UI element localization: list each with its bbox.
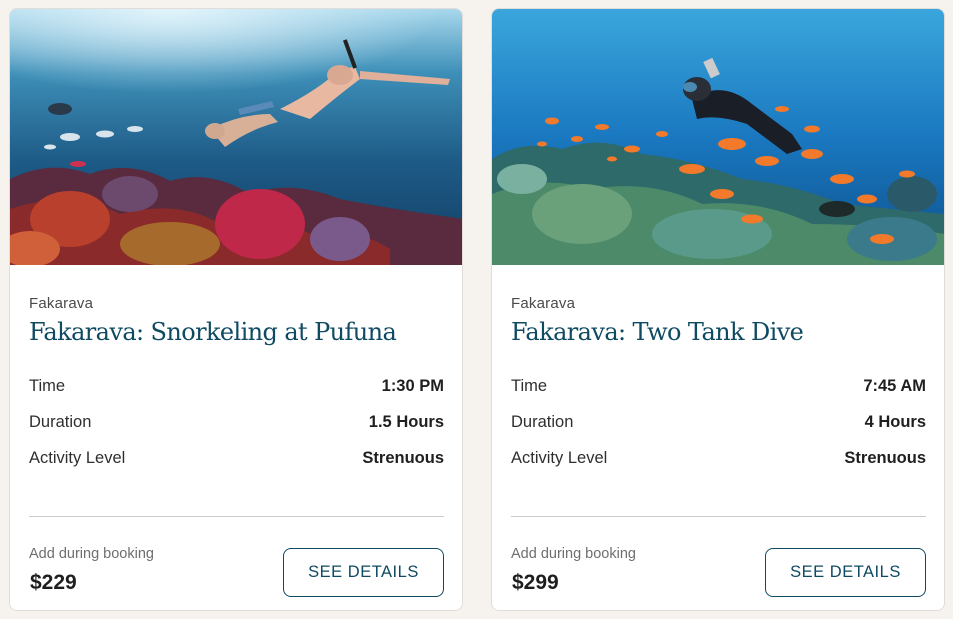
detail-value: 7:45 AM bbox=[863, 376, 926, 395]
detail-label: Time bbox=[511, 376, 548, 395]
detail-row-activity-level: Activity Level Strenuous bbox=[29, 446, 444, 470]
detail-value: 1:30 PM bbox=[381, 376, 444, 395]
excursion-photo bbox=[492, 9, 944, 265]
detail-row-activity-level: Activity Level Strenuous bbox=[511, 446, 926, 470]
detail-value: 1.5 Hours bbox=[368, 412, 444, 431]
detail-row-duration: Duration 1.5 Hours bbox=[29, 410, 444, 434]
price: $299 bbox=[512, 571, 559, 594]
detail-label: Duration bbox=[511, 412, 574, 431]
excursion-card-two-tank-dive[interactable]: Fakarava Fakarava: Two Tank Dive Time 7:… bbox=[491, 8, 945, 611]
excursion-photo bbox=[10, 9, 462, 265]
excursion-title[interactable]: Fakarava: Snorkeling at Pufuna bbox=[29, 318, 397, 346]
detail-label: Time bbox=[29, 376, 66, 395]
snorkeling-photo-image bbox=[10, 9, 462, 265]
excursion-card-snorkeling[interactable]: Fakarava Fakarava: Snorkeling at Pufuna … bbox=[9, 8, 463, 611]
see-details-button[interactable]: SEE DETAILS bbox=[765, 548, 926, 597]
price: $229 bbox=[30, 571, 77, 594]
add-during-booking-note: Add during booking bbox=[511, 546, 636, 562]
detail-row-time: Time 1:30 PM bbox=[29, 374, 444, 398]
detail-value: Strenuous bbox=[362, 448, 444, 467]
detail-row-duration: Duration 4 Hours bbox=[511, 410, 926, 434]
see-details-button[interactable]: SEE DETAILS bbox=[283, 548, 444, 597]
location-label: Fakarava bbox=[511, 295, 576, 312]
detail-label: Activity Level bbox=[29, 448, 126, 467]
detail-label: Duration bbox=[29, 412, 92, 431]
add-during-booking-note: Add during booking bbox=[29, 546, 154, 562]
divider bbox=[29, 516, 444, 517]
location-label: Fakarava bbox=[29, 295, 94, 312]
detail-value: Strenuous bbox=[844, 448, 926, 467]
detail-label: Activity Level bbox=[511, 448, 608, 467]
dive-photo-image bbox=[492, 9, 944, 265]
detail-row-time: Time 7:45 AM bbox=[511, 374, 926, 398]
detail-value: 4 Hours bbox=[864, 412, 926, 431]
excursion-title[interactable]: Fakarava: Two Tank Dive bbox=[511, 318, 804, 346]
divider bbox=[511, 516, 926, 517]
